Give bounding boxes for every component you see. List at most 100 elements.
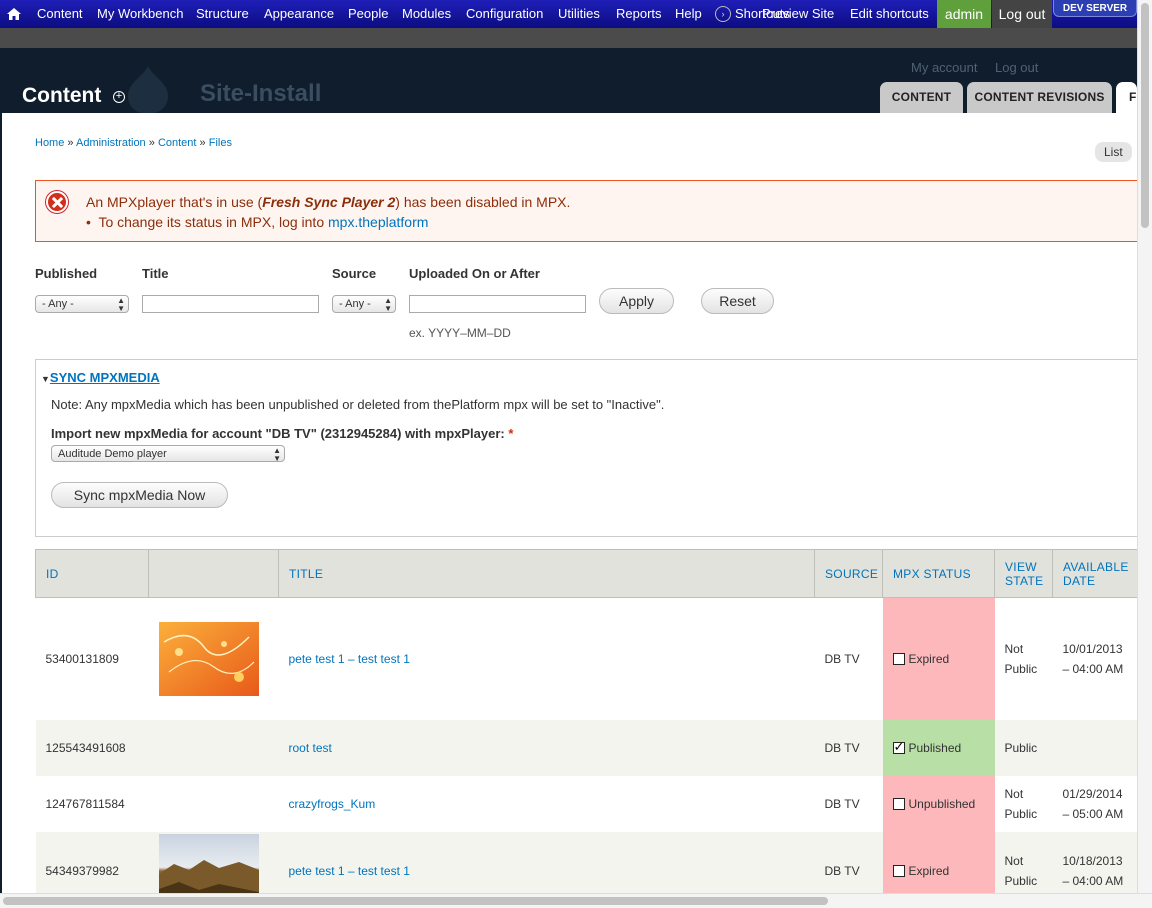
home-icon[interactable] — [6, 6, 22, 22]
uploaded-filter-label: Uploaded On or After — [409, 266, 540, 281]
breadcrumb-administration[interactable]: Administration — [76, 137, 146, 149]
shortcuts-toggle-icon[interactable]: › — [715, 6, 731, 22]
error-message-bullet: • To change its status in MPX, log into … — [86, 214, 429, 230]
breadcrumb-separator: » — [67, 137, 74, 149]
source-select-value: - Any - — [339, 298, 371, 310]
vertical-scrollbar[interactable] — [1137, 0, 1152, 893]
main-content: Home » Administration » Content » Files … — [2, 113, 1137, 893]
tab-list[interactable]: List — [1095, 142, 1132, 162]
breadcrumb-home[interactable]: Home — [35, 137, 64, 149]
reset-button[interactable]: Reset — [701, 288, 774, 314]
header-logout-link[interactable]: Log out — [995, 60, 1038, 75]
published-select[interactable]: - Any - ▲ ▼ — [35, 295, 129, 313]
cell-title: crazyfrogs_Kum — [278, 775, 815, 832]
cell-id: 125543491608 — [35, 719, 149, 776]
column-header-view-state[interactable]: VIEW STATE — [994, 549, 1053, 598]
cell-source: DB TV — [814, 775, 883, 832]
toolbar-item-utilities[interactable]: Utilities — [558, 0, 600, 28]
select-arrows-icon: ▲ ▼ — [384, 296, 392, 313]
unpublished-note-icon — [892, 797, 905, 810]
tab-content-revisions[interactable]: CONTENT REVISIONS — [967, 82, 1112, 113]
column-header-source[interactable]: SOURCE — [814, 549, 883, 598]
toolbar-item-help[interactable]: Help — [675, 0, 702, 28]
published-check-icon — [892, 739, 905, 755]
user-account-link[interactable]: admin — [937, 0, 991, 28]
cell-id: 54349379982 — [35, 831, 149, 893]
cell-title: pete test 1 – test test 1 — [278, 597, 815, 720]
cell-mpx-status: Expired — [882, 831, 995, 893]
toolbar-item-people[interactable]: People — [348, 0, 388, 28]
expired-note-icon — [892, 652, 905, 665]
title-filter-label: Title — [142, 266, 169, 281]
horizontal-scrollbar-thumb[interactable] — [3, 897, 828, 905]
media-thumbnail-image[interactable] — [158, 833, 259, 894]
tab-files[interactable]: FI — [1116, 82, 1137, 113]
date-format-hint: ex. YYYY–MM–DD — [409, 326, 511, 340]
horizontal-scrollbar[interactable] — [0, 893, 1152, 908]
toolbar-preview-site[interactable]: Preview Site — [762, 0, 834, 28]
breadcrumb-separator: » — [148, 137, 155, 149]
expired-note-icon — [892, 864, 905, 877]
toolbar-item-configuration[interactable]: Configuration — [466, 0, 543, 28]
cell-source: DB TV — [814, 719, 883, 776]
cell-view-state: Not Public — [994, 597, 1053, 720]
sync-mpxmedia-fieldset: ▼SYNC MPXMEDIA Note: Any mpxMedia which … — [35, 359, 1137, 537]
title-filter-input[interactable] — [142, 295, 319, 313]
published-filter-label: Published — [35, 266, 98, 281]
player-name: Fresh Sync Player 2 — [262, 194, 396, 210]
column-header-available-date[interactable]: AVAILABLE DATE — [1052, 549, 1137, 598]
cell-available-date: 10/18/2013– 04:00 AM — [1052, 831, 1137, 893]
vertical-scrollbar-thumb[interactable] — [1141, 3, 1149, 228]
sync-mpxmedia-legend[interactable]: ▼SYNC MPXMEDIA — [41, 370, 160, 385]
column-header-thumbnail — [148, 549, 279, 598]
toolbar-item-reports[interactable]: Reports — [616, 0, 662, 28]
logout-link[interactable]: Log out — [992, 0, 1052, 28]
uploaded-date-input[interactable] — [409, 295, 586, 313]
cell-available-date — [1052, 719, 1137, 776]
drupal-logo-icon — [128, 66, 168, 114]
source-select[interactable]: - Any - ▲ ▼ — [332, 295, 396, 313]
mpx-login-link[interactable]: mpx.theplatform — [328, 214, 428, 230]
mpxplayer-select-value: Auditude Demo player — [58, 448, 167, 460]
breadcrumb: Home » Administration » Content » Files — [35, 137, 232, 149]
cell-view-state: Public — [994, 719, 1053, 776]
cell-thumbnail — [148, 831, 279, 894]
toolbar-item-modules[interactable]: Modules — [402, 0, 451, 28]
my-account-link[interactable]: My account — [911, 60, 977, 75]
breadcrumb-content[interactable]: Content — [158, 137, 197, 149]
cell-source: DB TV — [814, 597, 883, 720]
mpxplayer-select[interactable]: Auditude Demo player ▲ ▼ — [51, 445, 285, 463]
cell-id: 124767811584 — [35, 775, 149, 832]
column-header-mpx-status[interactable]: MPX STATUS — [882, 549, 995, 598]
table-header-row: ID TITLE SOURCE MPX STATUS VIEW STATE AVA… — [35, 549, 1137, 598]
toolbar-item-my-workbench[interactable]: My Workbench — [97, 0, 183, 28]
cell-mpx-status: Published — [882, 719, 995, 776]
toolbar-edit-shortcuts[interactable]: Edit shortcuts — [850, 0, 929, 28]
media-title-link[interactable]: pete test 1 – test test 1 — [289, 652, 410, 666]
column-header-id[interactable]: ID — [35, 549, 149, 598]
media-title-link[interactable]: pete test 1 – test test 1 — [289, 864, 410, 878]
sync-note: Note: Any mpxMedia which has been unpubl… — [51, 397, 665, 412]
column-header-title[interactable]: TITLE — [278, 549, 815, 598]
breadcrumb-files[interactable]: Files — [209, 137, 232, 149]
add-shortcut-icon[interactable]: + — [113, 91, 125, 103]
toolbar-item-appearance[interactable]: Appearance — [264, 0, 334, 28]
table-row: 53400131809 pete test 1 – test test 1 DB… — [35, 597, 1137, 720]
table-row: 125543491608 root test DB TV Published P… — [35, 719, 1137, 776]
media-table: ID TITLE SOURCE MPX STATUS VIEW STATE AVA… — [35, 549, 1137, 893]
source-filter-label: Source — [332, 266, 377, 281]
toolbar-item-structure[interactable]: Structure — [196, 0, 249, 28]
media-thumbnail-image[interactable] — [158, 621, 259, 696]
site-name: Site-Install — [200, 80, 322, 107]
media-title-link[interactable]: crazyfrogs_Kum — [289, 797, 376, 811]
cell-thumbnail — [148, 597, 279, 720]
media-title-link[interactable]: root test — [289, 741, 332, 755]
cell-mpx-status: Unpublished — [882, 775, 995, 832]
env-badge: DEV SERVER — [1053, 0, 1137, 17]
apply-button[interactable]: Apply — [599, 288, 674, 314]
sync-mpxmedia-button[interactable]: Sync mpxMedia Now — [51, 482, 228, 508]
tab-content[interactable]: CONTENT — [880, 82, 963, 113]
toolbar-item-content[interactable]: Content — [37, 0, 83, 28]
select-arrows-icon: ▲ ▼ — [273, 446, 281, 463]
table-row: 54349379982 pete test 1 – test test 1 DB… — [35, 831, 1137, 894]
